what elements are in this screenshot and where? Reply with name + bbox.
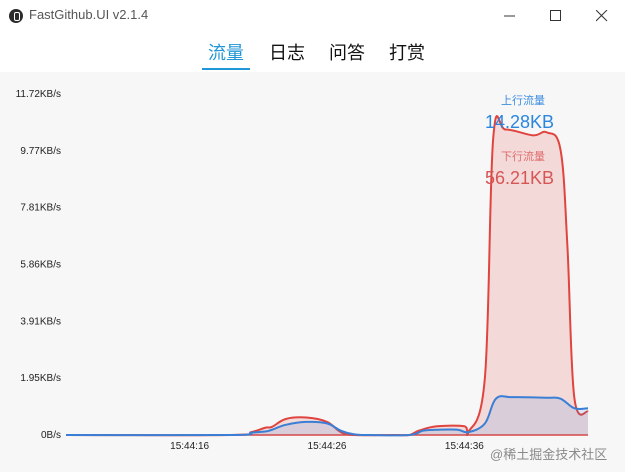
y-tick-label: 9.77KB/s (20, 146, 61, 157)
y-tick-label: 0B/s (41, 430, 61, 441)
watermark: @稀土掘金技术社区 (490, 447, 608, 462)
y-tick-label: 11.72KB/s (16, 89, 61, 100)
maximize-icon (550, 10, 561, 21)
y-tick-label: 1.95KB/s (20, 373, 61, 384)
close-button[interactable] (579, 0, 625, 32)
tab-faq[interactable]: 问答 (329, 39, 365, 65)
upload-area (66, 396, 588, 436)
close-icon (596, 10, 608, 22)
download-value: 56.21KB (484, 168, 554, 188)
y-tick-label: 5.86KB/s (20, 260, 61, 271)
x-tick-label: 15:44:36 (445, 441, 484, 452)
tab-bar: 流量 日志 问答 打赏 (0, 32, 625, 72)
active-tab-indicator (202, 68, 250, 70)
download-label: 下行流量 (501, 151, 545, 163)
fastgithub-logo-icon (9, 9, 23, 23)
y-tick-label: 3.91KB/s (20, 316, 61, 327)
maximize-button[interactable] (533, 0, 579, 32)
tab-traffic[interactable]: 流量 (208, 39, 244, 65)
tab-donate[interactable]: 打赏 (389, 39, 425, 65)
upload-value: 14.28KB (484, 112, 554, 132)
upload-label: 上行流量 (501, 95, 545, 107)
x-tick-label: 15:44:16 (170, 441, 209, 452)
title-bar: FastGithub.UI v2.1.4 (0, 0, 625, 32)
minimize-button[interactable] (487, 0, 533, 32)
traffic-chart: 0B/s 1.95KB/s 3.91KB/s 5.86KB/s 7.81KB/s 9.77… (0, 72, 625, 472)
window-title: FastGithub.UI v2.1.4 (29, 7, 149, 22)
x-tick-label: 15:44:26 (308, 441, 347, 452)
minimize-icon (504, 15, 515, 17)
tab-logs[interactable]: 日志 (269, 39, 305, 65)
y-tick-label: 7.81KB/s (20, 203, 61, 214)
